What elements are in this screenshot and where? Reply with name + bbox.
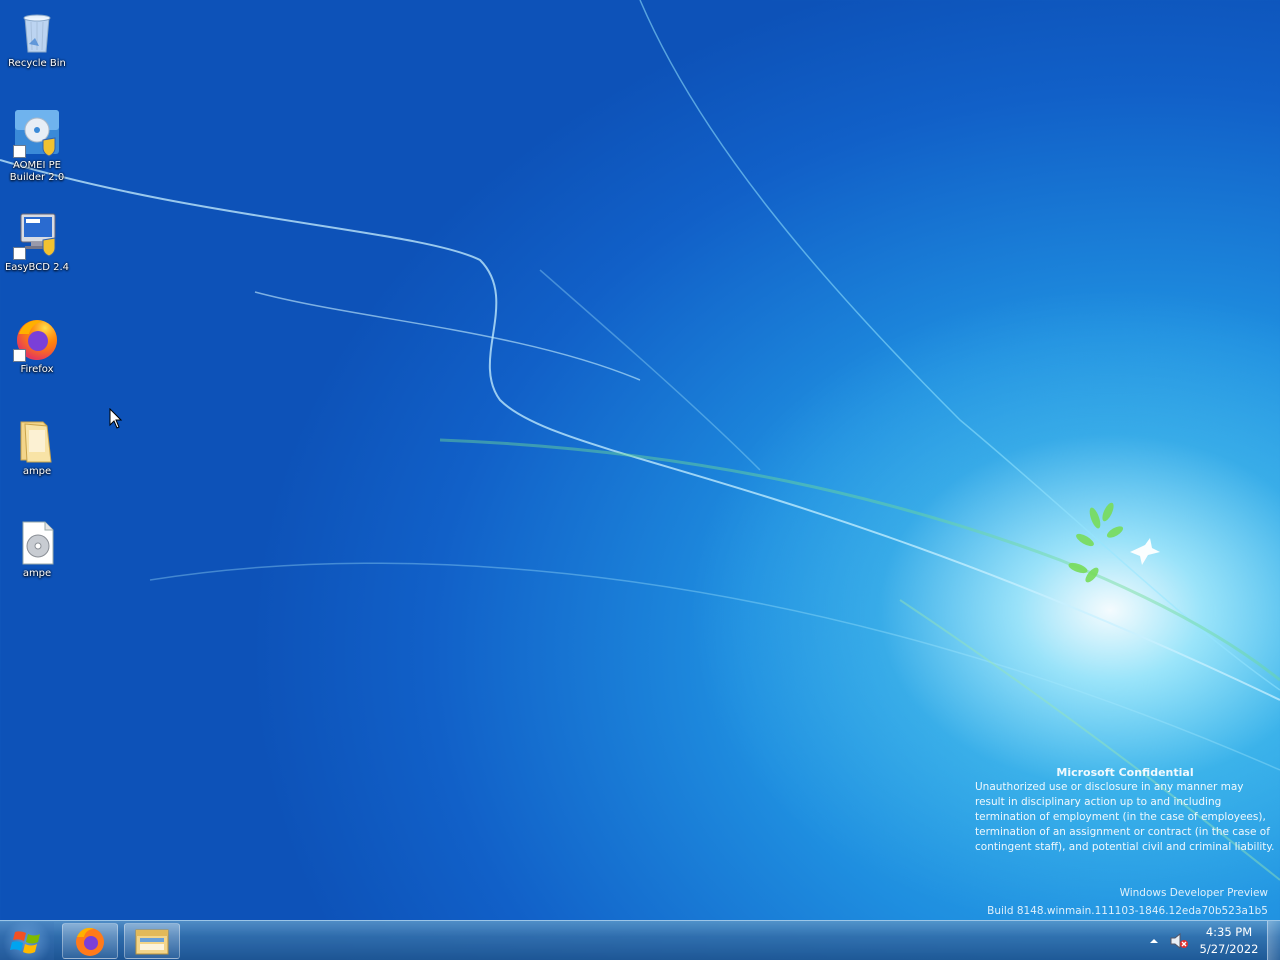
shortcut-arrow-icon — [13, 349, 26, 362]
desktop-icon-easybcd[interactable]: EasyBCD 2.4 — [0, 206, 74, 290]
desktop-icon-label: AOMEI PE Builder 2.0 — [9, 160, 65, 183]
recycle-bin-icon — [13, 8, 61, 56]
confidential-watermark: Microsoft Confidential Unauthorized use … — [975, 765, 1275, 855]
watermark-title: Microsoft Confidential — [1056, 766, 1194, 779]
mouse-cursor-icon — [109, 408, 123, 429]
folder-icon — [13, 416, 61, 464]
show-desktop-button[interactable] — [1267, 921, 1280, 960]
taskbar-firefox-button[interactable] — [62, 923, 118, 959]
clock-date: 5/27/2022 — [1199, 942, 1259, 956]
taskbar-file-explorer-button[interactable] — [124, 923, 180, 959]
desktop-icon-firefox[interactable]: Firefox — [0, 308, 74, 392]
easybcd-icon — [13, 212, 61, 260]
disc-image-file-icon — [13, 518, 61, 566]
desktop-icon-label: ampe — [22, 466, 52, 477]
build-string-text: Build 8148.winmain.111103-1846.12eda70b5… — [987, 905, 1268, 917]
volume-muted-icon[interactable] — [1170, 933, 1188, 949]
build-watermark: Windows Developer Preview Build 8148.win… — [987, 884, 1268, 920]
firefox-icon — [76, 927, 104, 956]
aomei-pe-builder-icon — [13, 110, 61, 158]
desktop-icon-label: Firefox — [20, 364, 54, 375]
taskbar: 4:35 PM 5/27/2022 — [0, 920, 1280, 960]
desktop-icon-label: ampe — [22, 568, 52, 579]
desktop-icon-recycle-bin[interactable]: Recycle Bin — [0, 2, 74, 86]
desktop-icon-ampe-folder[interactable]: ampe — [0, 410, 74, 494]
taskbar-clock[interactable]: 4:35 PM 5/27/2022 — [1194, 924, 1264, 958]
chevron-up-icon[interactable] — [1148, 935, 1160, 947]
desktop-icon-ampe-disc-image[interactable]: ampe — [0, 512, 74, 596]
clock-time: 4:35 PM — [1205, 925, 1253, 939]
shortcut-arrow-icon — [13, 247, 26, 260]
windows-logo-icon — [10, 931, 40, 954]
desktop-icon-aomei-pe-builder[interactable]: AOMEI PE Builder 2.0 — [0, 104, 74, 188]
desktop-icon-label: Recycle Bin — [8, 58, 66, 69]
file-explorer-icon — [135, 929, 169, 955]
watermark-body: Unauthorized use or disclosure in any ma… — [975, 781, 1275, 853]
edition-text: Windows Developer Preview — [1119, 887, 1268, 899]
desktop-icon-label: EasyBCD 2.4 — [4, 262, 70, 273]
start-button[interactable] — [0, 922, 54, 960]
shortcut-arrow-icon — [13, 145, 26, 158]
firefox-icon — [13, 314, 61, 362]
